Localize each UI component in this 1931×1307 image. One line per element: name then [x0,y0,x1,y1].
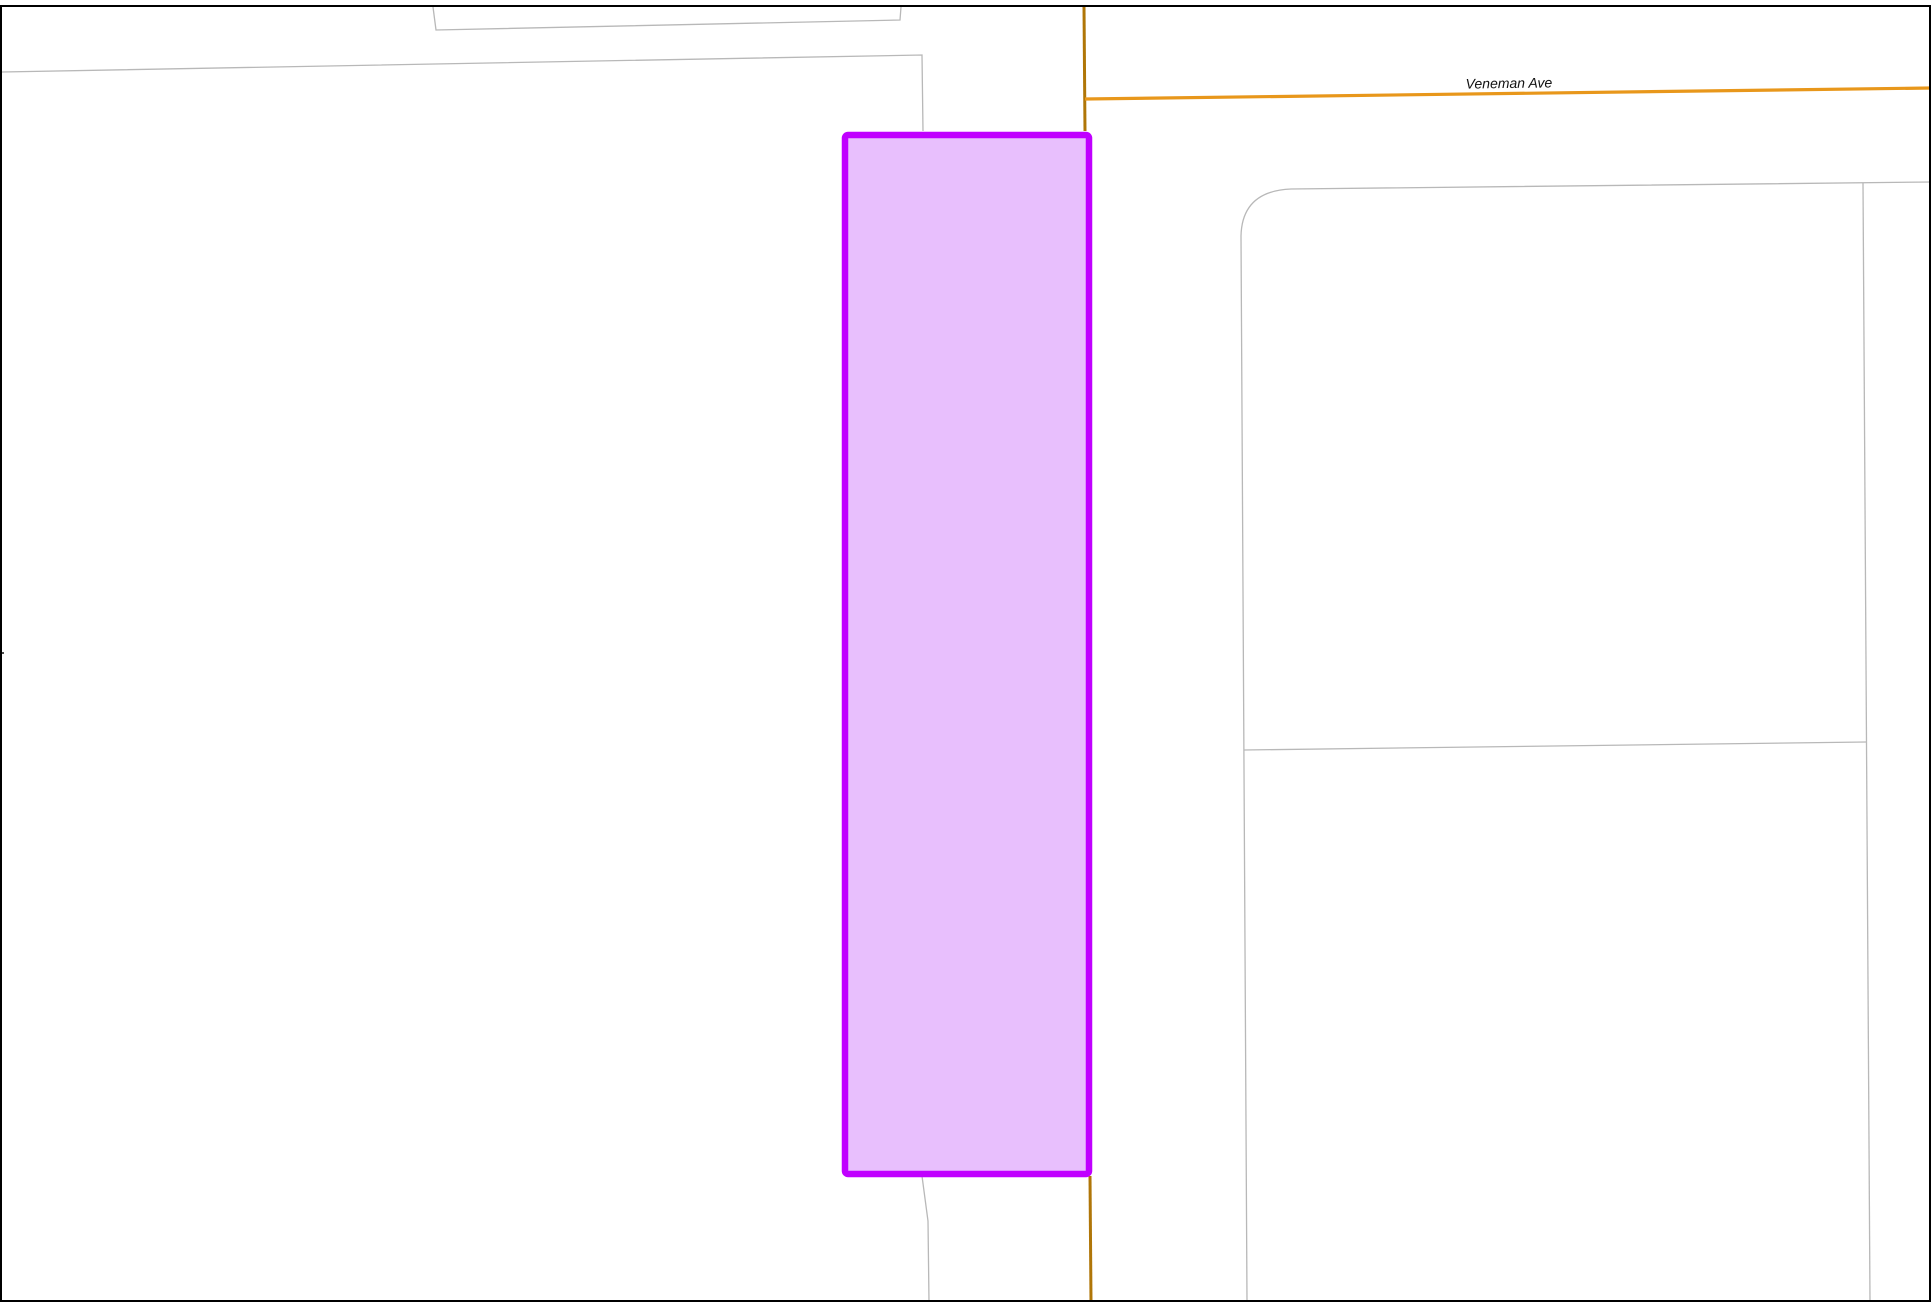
map-viewport[interactable]: Veneman Ave [0,0,1931,1303]
veneman-ave-label: Veneman Ave [1465,74,1552,91]
road-north-segment[interactable] [1082,6,1087,132]
highlighted-parcel[interactable] [841,131,1093,1178]
road-south-segment[interactable] [1088,1175,1093,1303]
map-canvas[interactable]: Veneman Ave [0,0,1931,1303]
